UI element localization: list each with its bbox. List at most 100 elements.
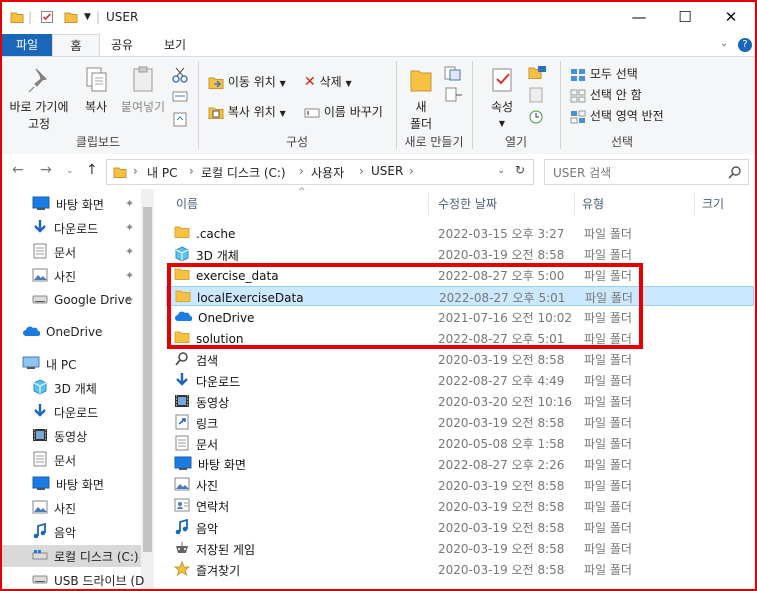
column-separator[interactable] [428, 193, 429, 215]
nav-item[interactable]: Google Drive [32, 289, 132, 311]
file-type: 파일 폴더 [584, 353, 632, 367]
link-icon [174, 414, 190, 433]
nav-item[interactable]: 음악 [32, 521, 76, 543]
nav-item[interactable]: 로컬 디스크 (C:) [2, 545, 141, 567]
file-row[interactable]: 링크 2020-03-19 오전 8:58 파일 폴더 [166, 412, 754, 432]
refresh-icon[interactable]: ↻ [515, 163, 525, 177]
nav-item[interactable]: 사진 [32, 265, 76, 287]
pin-quick-access-button[interactable]: 바로 가기에 고정 [6, 65, 72, 132]
address-bar[interactable]: › 내 PC › 로컬 디스크 (C:) › 사용자 › USER › ⌄ ↻ [106, 159, 534, 185]
copy-path-icon[interactable] [172, 89, 188, 108]
file-row[interactable]: 동영상 2020-03-20 오전 10:16 파일 폴더 [166, 391, 754, 411]
column-header-date[interactable]: 수정한 날짜 [438, 189, 497, 219]
nav-item[interactable]: 사진 [32, 497, 76, 519]
up-button[interactable]: ↑ [86, 162, 98, 178]
history-icon[interactable] [528, 109, 544, 128]
column-header-name[interactable]: 이름 [176, 189, 198, 219]
file-row[interactable]: 3D 개체 2020-03-19 오전 8:58 파일 폴더 [166, 244, 754, 264]
3d-icon [32, 378, 48, 398]
column-separator[interactable] [694, 193, 695, 215]
file-row[interactable]: OneDrive 2021-07-16 오전 10:02 파일 폴더 [166, 307, 754, 327]
move-to-button[interactable]: 이동 위치 ▼ [208, 73, 286, 90]
column-separator[interactable] [574, 193, 575, 215]
file-row[interactable]: 사진 2020-03-19 오전 8:58 파일 폴더 [166, 475, 754, 495]
file-row[interactable]: .cache 2022-03-15 오후 3:27 파일 폴더 [166, 223, 754, 243]
edit-icon[interactable] [528, 87, 544, 106]
tab-view[interactable]: 보기 [154, 34, 196, 56]
paste-shortcut-icon[interactable] [172, 111, 188, 130]
recent-locations-icon[interactable]: ⌄ [66, 166, 74, 176]
file-row[interactable]: exercise_data 2022-08-27 오후 5:00 파일 폴더 [166, 265, 754, 285]
search-input[interactable]: USER 검색 [553, 164, 611, 181]
nav-item[interactable]: 다운로드 [32, 401, 98, 423]
nav-item[interactable]: 문서 [32, 241, 76, 263]
pin-icon: ✦ [125, 197, 135, 210]
open-icon[interactable] [528, 65, 550, 84]
file-row[interactable]: 저장된 게임 2020-03-19 오전 8:58 파일 폴더 [166, 538, 754, 558]
file-row[interactable]: localExerciseData 2022-08-27 오후 5:01 파일 폴더 [166, 286, 754, 306]
close-button[interactable]: ✕ [708, 2, 754, 32]
breadcrumb-item[interactable]: USER [371, 164, 403, 178]
tab-home[interactable]: 홈 [52, 34, 100, 58]
file-row[interactable]: 연락처 2020-03-19 오전 8:58 파일 폴더 [166, 496, 754, 516]
nav-item[interactable]: 내 PC [22, 353, 76, 375]
file-row[interactable]: 음악 2020-03-19 오전 8:58 파일 폴더 [166, 517, 754, 537]
file-name: 즐겨찾기 [196, 564, 241, 578]
move-to-label: 이동 위치 [227, 75, 276, 89]
rename-button[interactable]: 이름 바꾸기 [304, 103, 383, 120]
properties-button[interactable]: 속성 ▼ [484, 65, 520, 129]
paste-button[interactable]: 붙여넣기 [118, 65, 168, 115]
group-separator [560, 61, 561, 149]
file-date: 2020-03-19 오전 8:58 [438, 416, 565, 430]
breadcrumb-item[interactable]: 로컬 디스크 (C:) [201, 164, 286, 181]
nav-item[interactable]: 바탕 화면 [32, 473, 104, 495]
forward-button[interactable]: → [40, 162, 52, 178]
nav-item[interactable]: 3D 개체 [32, 377, 97, 399]
pictures-icon [32, 268, 48, 285]
invert-selection-button[interactable]: 선택 영역 반전 [570, 107, 664, 124]
easy-access-icon[interactable] [444, 87, 464, 106]
select-none-button[interactable]: 선택 안 함 [570, 86, 642, 103]
file-row[interactable]: 문서 2020-05-08 오후 1:58 파일 폴더 [166, 433, 754, 453]
file-row[interactable]: 다운로드 2022-08-27 오후 4:49 파일 폴더 [166, 370, 754, 390]
nav-item[interactable]: OneDrive [22, 321, 102, 343]
nav-item[interactable]: 다운로드 [32, 217, 98, 239]
copy-to-button[interactable]: 복사 위치 ▼ [208, 103, 286, 120]
back-button[interactable]: ← [12, 162, 24, 178]
file-type: 파일 폴더 [584, 563, 632, 577]
column-header-type[interactable]: 유형 [582, 189, 604, 219]
nav-item[interactable]: 문서 [32, 449, 76, 471]
drive-icon [32, 293, 48, 308]
new-folder-icon[interactable] [64, 10, 78, 24]
search-box[interactable]: USER 검색 [544, 159, 749, 185]
nav-item[interactable]: USB 드라이브 (D [32, 569, 144, 589]
file-row[interactable]: 즐겨찾기 2020-03-19 오전 8:58 파일 폴더 [166, 559, 754, 579]
minimize-button[interactable]: — [616, 2, 662, 32]
nav-item[interactable]: 동영상 [32, 425, 87, 447]
delete-button[interactable]: ✕ 삭제 ▼ [304, 73, 352, 90]
column-header-size[interactable]: 크기 [702, 189, 724, 219]
file-row[interactable]: solution 2022-08-27 오후 5:01 파일 폴더 [166, 328, 754, 348]
nav-scrollbar-thumb[interactable] [143, 207, 152, 552]
ribbon-expand-icon[interactable]: ⌄ [720, 38, 728, 49]
quick-access-dropdown-icon[interactable]: ▼ [84, 12, 91, 22]
search-icon[interactable] [728, 165, 742, 179]
copy-button[interactable]: 복사 [78, 65, 114, 115]
cut-icon[interactable] [172, 67, 188, 86]
nav-item[interactable]: 바탕 화면 [32, 193, 104, 215]
file-row[interactable]: 바탕 화면 2022-08-27 오후 2:26 파일 폴더 [166, 454, 754, 474]
tab-share[interactable]: 공유 [102, 34, 142, 56]
file-list: 이름 ^ 수정한 날짜 유형 크기 .cache 2022-03-15 오후 3:… [154, 187, 755, 589]
properties-icon[interactable] [40, 10, 54, 24]
help-icon[interactable]: ? [738, 38, 752, 52]
tab-file[interactable]: 파일 [2, 34, 52, 56]
maximize-button[interactable]: ☐ [662, 2, 708, 32]
file-row[interactable]: 검색 2020-03-19 오전 8:58 파일 폴더 [166, 349, 754, 369]
address-dropdown-icon[interactable]: ⌄ [497, 165, 505, 176]
select-all-button[interactable]: 모두 선택 [570, 65, 638, 82]
nav-scrollbar[interactable] [141, 189, 154, 589]
breadcrumb-item[interactable]: 사용자 [311, 164, 344, 181]
breadcrumb-item[interactable]: 내 PC [147, 164, 177, 181]
new-item-icon[interactable] [444, 65, 464, 84]
new-folder-button[interactable]: 새 폴더 [404, 65, 438, 132]
